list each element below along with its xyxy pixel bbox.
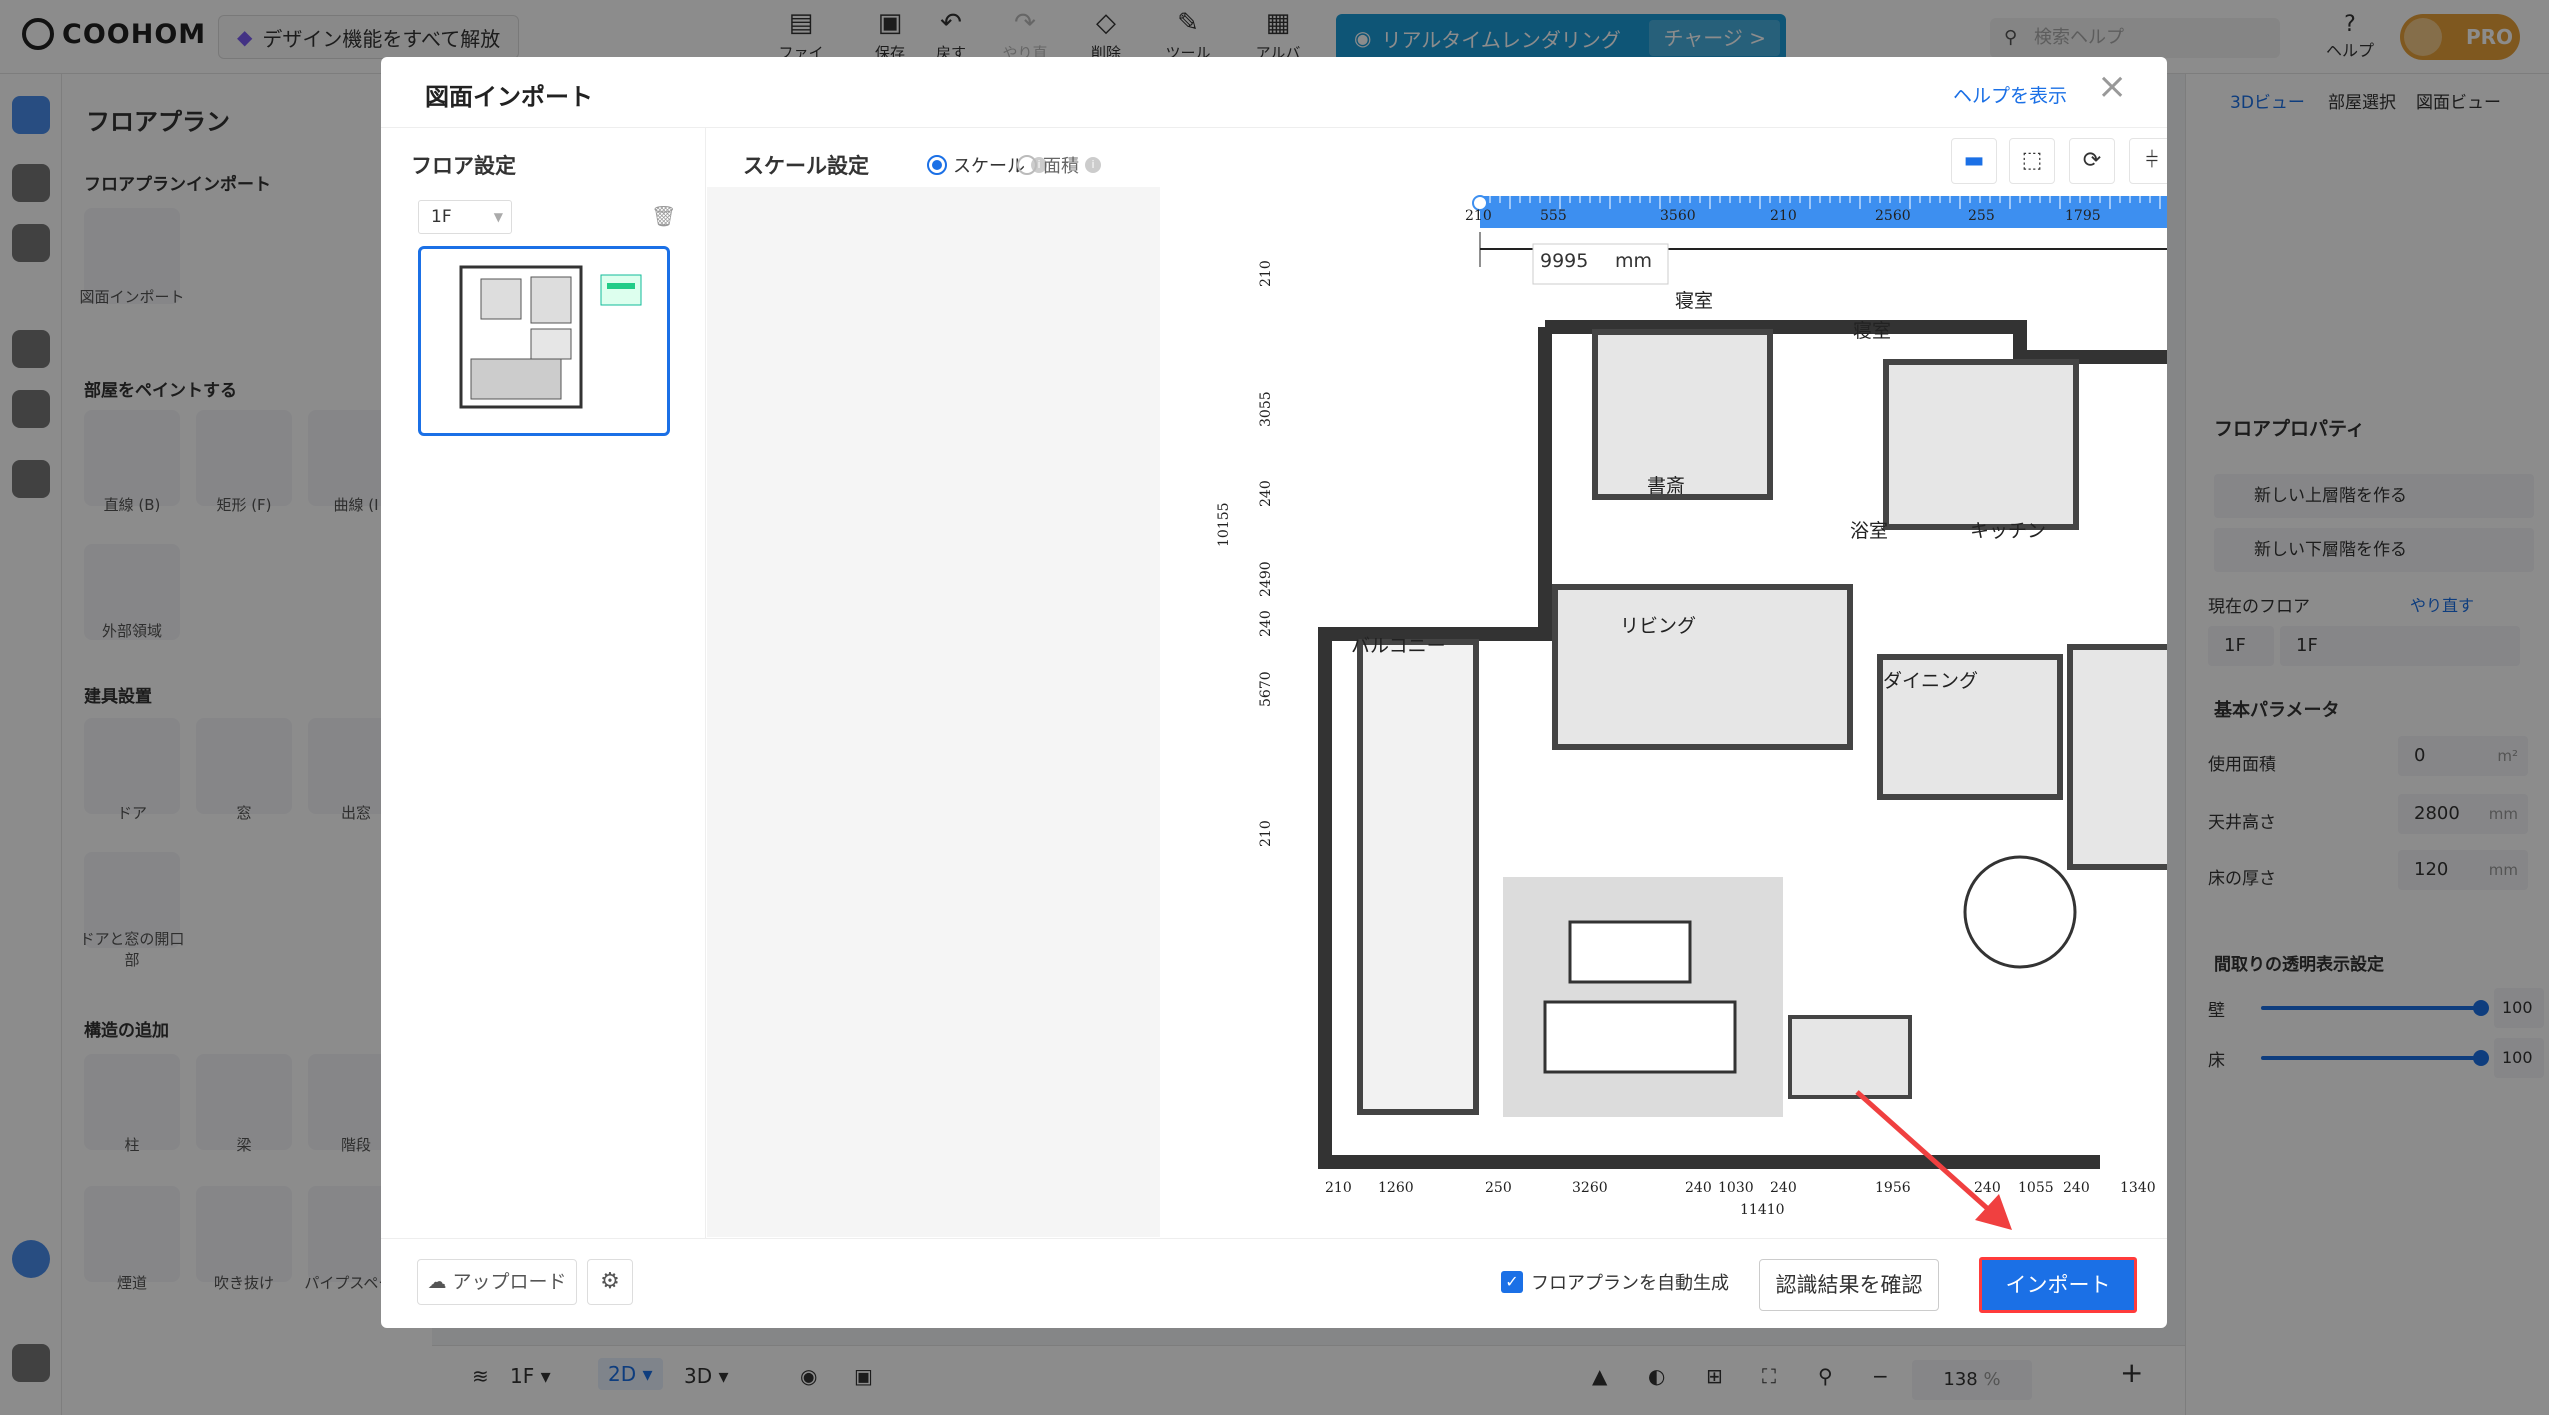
help-link[interactable]: ヘルプを表示 — [1953, 81, 2067, 108]
dimension-label: 210 — [1258, 260, 1274, 287]
ruler-tick-label: 3560 — [1660, 208, 1696, 224]
import-button[interactable]: インポート — [1979, 1257, 2137, 1313]
app-root: COOHOM ◆デザイン機能をすべて解放 ▤ファイル ▣保存 ↶戻す ↷やり直す… — [0, 0, 2549, 1415]
dialog-title: 図面インポート — [425, 83, 593, 111]
dimension-label: 1030 — [1718, 1180, 1754, 1196]
dimension-label: 240 — [2063, 1180, 2090, 1196]
room-label: バルコニー — [1351, 635, 1446, 657]
rotate-icon: ⟳ — [2082, 148, 2102, 173]
dimension-label: 240 — [1258, 480, 1274, 507]
ruler-tick-label: 2560 — [1875, 208, 1911, 224]
ruler-tick-label: 555 — [1540, 208, 1567, 224]
dimension-label: 210 — [1258, 820, 1274, 847]
ruler-tick-label: 210 — [1465, 208, 1492, 224]
info-icon: i — [1085, 157, 1101, 173]
thumbnail-image — [459, 265, 642, 409]
ruler-tick-label: 210 — [1770, 208, 1797, 224]
radio-scale-label: スケール — [953, 156, 1025, 177]
annotation-arrow — [1855, 1090, 2012, 1230]
room-label: 浴室 — [1850, 520, 1888, 542]
floorplan-svg: 寝室寝室書斎浴室 キッチンリビングバルコニーダイニング 210 555 3560 210… — [1216, 195, 2167, 1218]
dimension-label: 210 — [1325, 1180, 1352, 1196]
dimension-label: 240 — [1770, 1180, 1797, 1196]
scale-value-input[interactable]: 9995 — [1540, 250, 1588, 272]
auto-generate-label: フロアプランを自動生成 — [1531, 1273, 1729, 1294]
dimension-label: 240 — [1258, 610, 1274, 637]
close-icon[interactable]: × — [2097, 69, 2127, 105]
dimension-total: 10155 — [1216, 502, 1232, 547]
check-icon: ✓ — [1501, 1271, 1523, 1293]
upload-button[interactable]: ☁ アップロード — [417, 1259, 577, 1305]
scale-settings-bar: スケール設定 スケール i 面積 i ▬ ⬚ ⟳ ⫩ — [707, 128, 2167, 186]
dimension-label: 250 — [1485, 1180, 1512, 1196]
radio-area-circle — [1017, 155, 1037, 175]
room-label: キッチン — [1970, 520, 2046, 542]
dimension-label: 2490 — [1258, 561, 1274, 597]
trash-icon[interactable]: 🗑 — [651, 204, 676, 228]
gear-icon: ⚙ — [600, 1269, 620, 1294]
confirm-recognition-button[interactable]: 認識結果を確認 — [1759, 1259, 1939, 1311]
room-label: ダイニング — [1883, 670, 1978, 692]
floorplan-thumbnail[interactable] — [418, 246, 670, 436]
drawing-canvas[interactable]: 寝室 寝室 書斎 浴室 キッチン リビング バルコニー ダイニング 210 555 3560 210… — [707, 187, 2167, 1237]
dimension-label: 1260 — [1378, 1180, 1414, 1196]
dimension-total: 11410 — [1740, 1202, 1785, 1218]
scale-settings-title: スケール設定 — [743, 154, 869, 178]
room-label: 寝室 — [1853, 320, 1891, 342]
dialog-footer: ☁ アップロード ⚙ ✓ フロアプランを自動生成 認識結果を確認 インポート — [381, 1238, 2167, 1328]
rotate-tool-button[interactable]: ⟳ — [2069, 138, 2115, 184]
dimension-label: 1340 — [2120, 1180, 2156, 1196]
room-label: 書斎 — [1647, 475, 1685, 497]
dimension-label: 240 — [1685, 1180, 1712, 1196]
upload-icon: ☁ — [427, 1271, 447, 1293]
dimension-label: 3055 — [1258, 391, 1274, 427]
floor-dropdown-value: 1F — [431, 207, 452, 227]
ruler-tick-label: 1795 — [2065, 208, 2101, 224]
room-label: 寝室 — [1675, 290, 1713, 312]
floorplan-image: 寝室 寝室 書斎 浴室 キッチン リビング バルコニー ダイニング 210 555 3560 210… — [1160, 187, 2167, 1237]
radio-scale-circle — [927, 155, 947, 175]
floor-dropdown[interactable]: 1F ▼ — [418, 200, 512, 234]
align-tool-button[interactable]: ⫩ — [2129, 138, 2167, 184]
dimension-label: 3260 — [1572, 1180, 1608, 1196]
align-icon: ⫩ — [2145, 148, 2159, 173]
settings-button[interactable]: ⚙ — [587, 1259, 633, 1305]
crop-icon: ⬚ — [2021, 148, 2043, 173]
chevron-down-icon: ▼ — [493, 210, 503, 224]
radio-area[interactable]: 面積 i — [1017, 152, 1101, 178]
upload-label: アップロード — [452, 1271, 567, 1293]
scale-ruler[interactable] — [1480, 196, 2167, 228]
ruler-tool-button[interactable]: ▬ — [1951, 138, 1997, 184]
scale-unit-select[interactable]: mm — [1615, 250, 1652, 272]
room-label: リビング — [1620, 615, 1696, 637]
floor-settings-panel: フロア設定 1F ▼ 🗑 — [381, 128, 706, 1238]
ruler-tick-label: 255 — [1968, 208, 1995, 224]
ruler-icon: ▬ — [1963, 148, 1985, 173]
auto-generate-checkbox[interactable]: ✓ フロアプランを自動生成 — [1501, 1269, 1729, 1295]
import-dialog: 図面インポート ヘルプを表示 × フロア設定 1F ▼ 🗑 スケール設定 スケー… — [381, 57, 2167, 1328]
floor-settings-title: フロア設定 — [411, 154, 516, 178]
dimension-label: 5670 — [1258, 671, 1274, 707]
radio-area-label: 面積 — [1043, 156, 1079, 177]
crop-tool-button[interactable]: ⬚ — [2009, 138, 2055, 184]
